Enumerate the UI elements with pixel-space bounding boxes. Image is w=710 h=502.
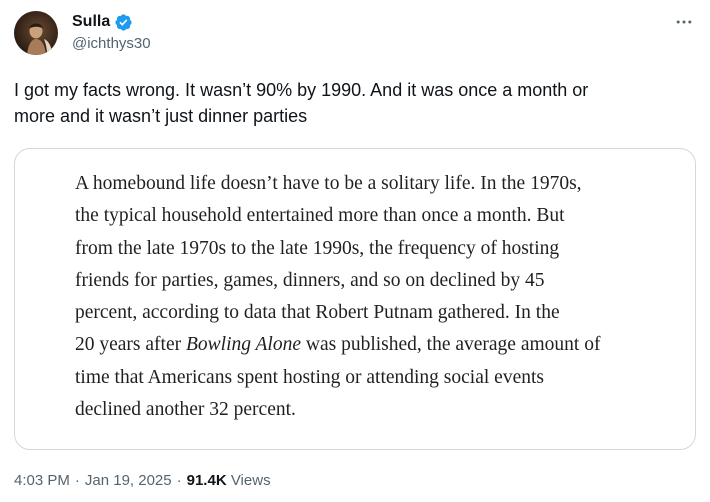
tweet-date: Jan 19, 2025 bbox=[84, 472, 172, 489]
book-excerpt: A homebound life doesn’t have to be a so… bbox=[75, 168, 675, 426]
views-count: 91.4K bbox=[186, 472, 227, 489]
author-name-row: Sulla bbox=[72, 11, 133, 33]
author-display-name[interactable]: Sulla bbox=[72, 13, 110, 31]
excerpt-line: time that Americans spent hosting or att… bbox=[75, 366, 544, 388]
tweet-media-image[interactable]: A homebound life doesn’t have to be a so… bbox=[14, 148, 696, 450]
excerpt-line: the typical household entertained more t… bbox=[75, 205, 565, 227]
tweet-timestamp[interactable]: 4:03 PM · Jan 19, 2025 bbox=[14, 472, 172, 489]
avatar[interactable] bbox=[14, 11, 58, 55]
meta-separator: · bbox=[176, 472, 182, 489]
excerpt-text: 20 years after bbox=[75, 334, 186, 356]
excerpt-line: A homebound life doesn’t have to be a so… bbox=[75, 173, 582, 194]
tweet-text: I got my facts wrong. It wasn’t 90% by 1… bbox=[14, 77, 694, 129]
tweet-text-line: more and it wasn’t just dinner parties bbox=[14, 106, 308, 126]
author-handle[interactable]: @ichthys30 bbox=[72, 35, 151, 52]
excerpt-line: 20 years after Bowling Alone was publish… bbox=[75, 329, 675, 361]
excerpt-line: from the late 1970s to the late 1990s, t… bbox=[75, 237, 560, 259]
views-label: Views bbox=[230, 472, 271, 489]
excerpt-line: percent, according to data that Robert P… bbox=[75, 302, 560, 324]
tweet-meta: 4:03 PM · Jan 19, 2025 · 91.4K Views bbox=[14, 472, 271, 489]
more-options-button[interactable] bbox=[672, 10, 696, 34]
meta-separator: · bbox=[74, 472, 80, 489]
avatar-image bbox=[14, 11, 58, 55]
tweet-text-line: I got my facts wrong. It wasn’t 90% by 1… bbox=[14, 80, 589, 100]
excerpt-line: declined another 32 percent. bbox=[75, 399, 296, 421]
book-title: Bowling Alone bbox=[185, 334, 301, 356]
more-dots-icon bbox=[676, 20, 692, 24]
verified-badge-icon bbox=[114, 13, 133, 32]
tweet-time: 4:03 PM bbox=[14, 472, 70, 489]
excerpt-line: friends for parties, games, dinners, and… bbox=[75, 269, 545, 291]
excerpt-text: was published, the average amount of bbox=[301, 334, 601, 356]
